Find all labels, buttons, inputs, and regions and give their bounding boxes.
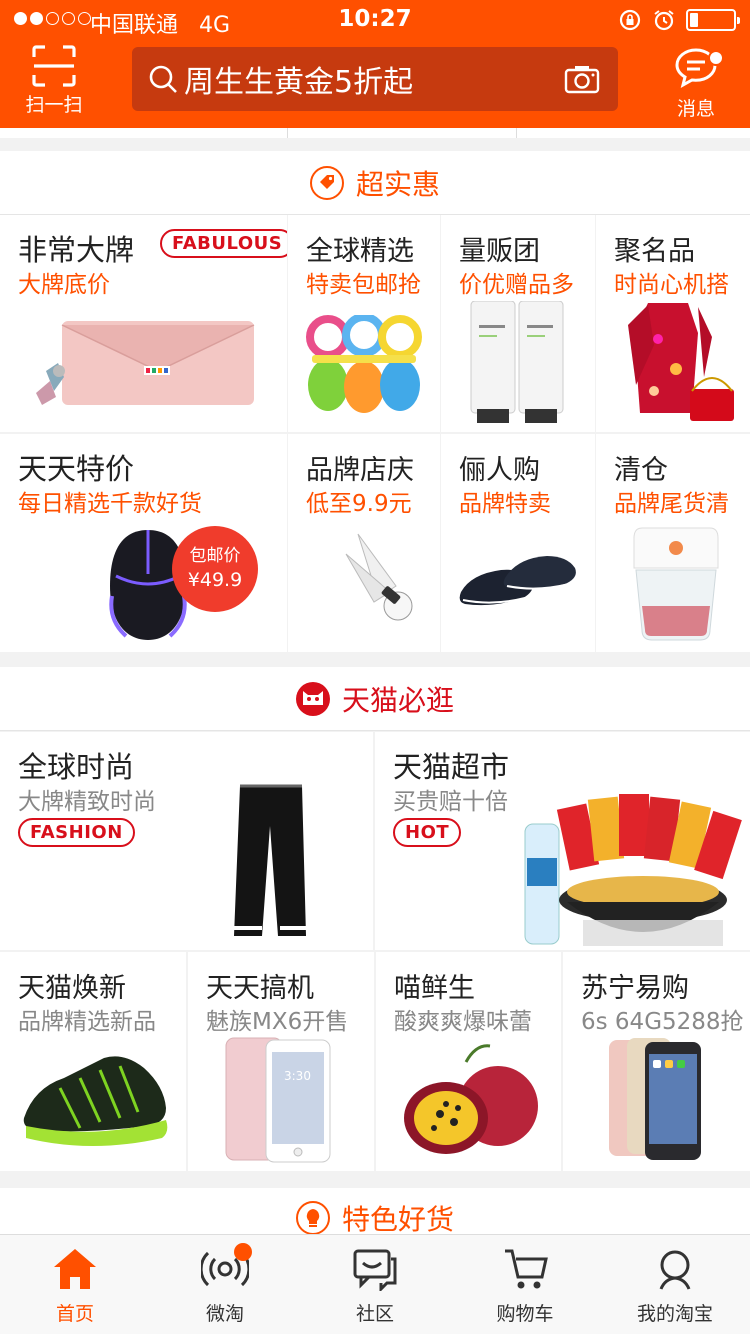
tab-cart[interactable]: 购物车 <box>450 1235 600 1334</box>
fabulous-tag: FABULOUS <box>160 229 287 258</box>
tile-subtitle: 低至9.9元 <box>306 491 412 517</box>
noodles-and-water-image <box>524 794 742 946</box>
taobao-home-screen: 中国联通 4G 10:27 扫一扫 周生生黄金5折起 消息 超实惠 非常大牌 F… <box>0 0 750 1334</box>
hot-tag: HOT <box>393 818 462 847</box>
tile-title: 全球时尚 <box>18 750 135 784</box>
notification-dot <box>234 1243 252 1261</box>
chat-icon <box>353 1249 397 1293</box>
running-shoe-image <box>23 1056 168 1146</box>
tmall-tile-suning[interactable]: 苏宁易购 6s 64G5288抢 <box>563 952 750 1171</box>
tile-title: 天天特价 <box>18 452 135 486</box>
tile-title: 喵鲜生 <box>394 973 475 1004</box>
messages-button[interactable]: 消息 <box>656 46 736 122</box>
tile-subtitle: 品牌精选新品 <box>18 1009 156 1035</box>
tile-title: 聚名品 <box>614 236 695 267</box>
cart-icon <box>505 1249 548 1289</box>
tmall-tile-phones[interactable]: 天天搞机 魅族MX6开售 3:30 <box>188 952 374 1171</box>
scan-label: 扫一扫 <box>25 94 83 116</box>
tile-subtitle: 酸爽爽爆味蕾 <box>394 1009 532 1035</box>
messages-label: 消息 <box>676 98 715 120</box>
baby-feeder-image <box>306 315 422 413</box>
deal-tile-beauty[interactable]: 俪人购 品牌特卖 <box>441 434 595 652</box>
deal-tile-brand-anniversary[interactable]: 品牌店庆 低至9.9元 <box>288 434 440 652</box>
food-chopper-image <box>633 527 719 641</box>
camera-icon[interactable] <box>564 64 600 94</box>
loafers-image <box>459 556 576 606</box>
rotation-lock-icon <box>619 9 641 31</box>
tmall-tile-renew[interactable]: 天猫焕新 品牌精选新品 <box>0 952 186 1171</box>
tmall-tile-fashion[interactable]: 全球时尚 大牌精致时尚 FASHION <box>0 732 373 950</box>
svg-text:3:30: 3:30 <box>284 1069 311 1083</box>
deal-tile-wholesale[interactable]: 量贩团 价优赠品多 <box>441 215 595 432</box>
tile-title: 非常大牌 <box>18 233 135 267</box>
status-bar: 中国联通 4G 10:27 <box>0 0 750 40</box>
tile-title: 量贩团 <box>459 236 540 267</box>
bottom-tab-bar: 首页 微淘 社区 购物车 我的淘宝 <box>0 1234 750 1334</box>
previous-section-edge <box>0 128 750 138</box>
shuttlecock-image <box>345 533 413 621</box>
tile-title: 品牌店庆 <box>306 455 414 486</box>
section-header-deals[interactable]: 超实惠 <box>0 151 750 215</box>
tile-subtitle: 6s 64G5288抢 <box>581 1009 744 1035</box>
alarm-icon <box>654 10 674 31</box>
tile-title: 清仓 <box>614 455 668 486</box>
price-badge: 包邮价 ¥49.9 <box>172 526 258 612</box>
tile-subtitle: 魅族MX6开售 <box>206 1009 349 1035</box>
tile-title: 天猫超市 <box>393 750 510 784</box>
passion-fruit-image <box>404 1044 538 1154</box>
meizu-phones-image: 3:30 <box>225 1037 331 1163</box>
search-input[interactable]: 周生生黄金5折起 <box>132 47 618 111</box>
tmall-cat-icon <box>295 681 330 716</box>
tmall-tile-fresh[interactable]: 喵鲜生 酸爽爽爆味蕾 <box>376 952 561 1171</box>
tile-subtitle: 大牌精致时尚 <box>18 789 156 815</box>
home-icon <box>54 1249 96 1289</box>
top-header: 中国联通 4G 10:27 扫一扫 周生生黄金5折起 消息 <box>0 0 750 128</box>
tmall-tile-supermarket[interactable]: 天猫超市 买贵赔十倍 HOT <box>375 732 750 950</box>
fashion-tag: FASHION <box>18 818 135 847</box>
tab-home[interactable]: 首页 <box>0 1235 150 1334</box>
section-title-deals: 超实惠 <box>355 167 440 201</box>
tile-title: 全球精选 <box>306 236 414 267</box>
tab-my-taobao[interactable]: 我的淘宝 <box>600 1235 750 1334</box>
deal-tile-fabulous[interactable]: 非常大牌 FABULOUS 大牌底价 <box>0 215 287 432</box>
black-pants-image <box>234 784 308 936</box>
battery-icon <box>686 9 740 31</box>
tile-title: 俪人购 <box>459 455 540 486</box>
tile-subtitle: 品牌特卖 <box>459 491 551 517</box>
deal-tile-luxury[interactable]: 聚名品 时尚心机搭 <box>596 215 750 432</box>
tile-title: 天猫焕新 <box>18 973 126 1004</box>
lightbulb-icon <box>295 1201 330 1235</box>
iphones-image <box>609 1038 701 1160</box>
section-header-tmall[interactable]: 天猫必逛 <box>0 667 750 731</box>
scan-button[interactable]: 扫一扫 <box>14 44 94 120</box>
search-icon <box>149 65 177 93</box>
pink-wallet-image <box>36 321 255 405</box>
tile-subtitle: 特卖包邮抢 <box>306 272 421 298</box>
section-title-tmall: 天猫必逛 <box>341 683 454 717</box>
tab-community[interactable]: 社区 <box>300 1235 450 1334</box>
tile-subtitle: 大牌底价 <box>18 272 110 298</box>
tile-title: 苏宁易购 <box>581 973 689 1004</box>
deal-tile-global[interactable]: 全球精选 特卖包邮抢 <box>288 215 440 432</box>
cleanser-tubes-image <box>470 301 564 423</box>
tab-weitao[interactable]: 微淘 <box>150 1235 300 1334</box>
user-icon <box>659 1250 691 1290</box>
tile-title: 天天搞机 <box>206 973 314 1004</box>
red-dress-image <box>628 303 734 421</box>
tag-icon <box>309 165 344 200</box>
deal-tile-clearance[interactable]: 清仓 品牌尾货清 <box>596 434 750 652</box>
tile-subtitle: 买贵赔十倍 <box>393 789 508 815</box>
search-placeholder: 周生生黄金5折起 <box>184 65 414 100</box>
tile-subtitle: 价优赠品多 <box>459 272 574 298</box>
unread-dot <box>708 50 724 66</box>
section-title-special: 特色好货 <box>341 1203 454 1236</box>
tile-subtitle: 每日精选千款好货 <box>18 491 202 517</box>
tile-subtitle: 品牌尾货清 <box>614 491 729 517</box>
tile-subtitle: 时尚心机搭 <box>614 272 729 298</box>
deal-tile-daily[interactable]: 天天特价 每日精选千款好货 包邮价 ¥49.9 <box>0 434 287 652</box>
scan-icon <box>32 45 76 87</box>
